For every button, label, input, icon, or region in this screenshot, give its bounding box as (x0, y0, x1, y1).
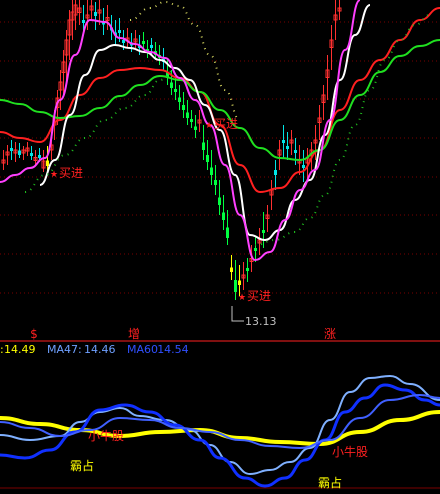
buy-label: 买进 (247, 289, 271, 303)
candle-body (262, 230, 265, 233)
ma-yellow-dotted-line (129, 0, 241, 121)
buy-annotation: ★ 买进 (238, 289, 271, 303)
ma-dotted-line-right (254, 14, 431, 246)
candle-body (174, 89, 177, 92)
low-price-label: 13.13 (245, 315, 277, 328)
candle-body (190, 119, 193, 122)
axis-label: 涨 (324, 326, 336, 341)
axis-label: $ (30, 327, 38, 341)
stock-chart: ★ 买进 ★ 买进 ★ 买进 13.13 $ 增涨:14.49 MA47: 14.46 MA60 1… (0, 0, 440, 490)
candle-body (206, 155, 209, 162)
candle-body (230, 267, 233, 272)
candle-body (178, 97, 181, 102)
legend-name: MA47: (47, 343, 82, 356)
indicator-panel (0, 374, 440, 488)
indicator-label: 小牛股 (332, 444, 368, 459)
star-icon: ★ (205, 121, 213, 131)
legend-value: 14.54 (157, 343, 189, 356)
candle-body (194, 126, 197, 130)
candle-body (10, 148, 13, 151)
candle-body (234, 280, 237, 292)
indicator-legend: :14.49 MA47: 14.46 MA60 14.54 (0, 343, 189, 356)
candles (1, 0, 342, 300)
candle-body (202, 142, 205, 150)
candle-body (218, 197, 221, 205)
indicator-mid-blue-line (0, 393, 440, 450)
candle-body (150, 45, 153, 48)
star-icon: ★ (50, 170, 58, 180)
candle-body (238, 280, 241, 285)
legend-name: MA60 (127, 343, 158, 356)
candle-body (286, 146, 289, 149)
legend-value: 14.46 (84, 343, 116, 356)
buy-annotation: ★ 买进 (205, 117, 238, 131)
candle-body (186, 112, 189, 118)
chart-svg: ★ 买进★ 买进★ 买进13.13$ 增涨: 14.49 MA47: 14.46 MA60 1… (0, 0, 440, 490)
candle-body (122, 40, 125, 43)
candle-body (182, 105, 185, 110)
indicator-label: 霸占 (318, 475, 342, 490)
candle-body (94, 12, 97, 16)
candle-body (82, 20, 85, 23)
candle-body (214, 180, 217, 185)
buy-annotation: ★ 买进 (50, 166, 83, 180)
candle-body (210, 167, 213, 175)
candle-body (30, 153, 33, 156)
legend-value: 14.49 (4, 343, 36, 356)
candle-body (118, 30, 121, 33)
candle-body (282, 140, 285, 143)
candle-body (38, 155, 41, 158)
low-marker-pointer (231, 306, 244, 322)
candle-body (274, 170, 277, 175)
axis-label: 增 (128, 327, 140, 341)
candle-body (254, 248, 257, 251)
candle-body (46, 160, 49, 166)
indicator-yellow-line (0, 410, 440, 447)
candle-body (246, 268, 249, 271)
candle-body (226, 227, 229, 238)
candle-body (18, 150, 21, 155)
candle-body (142, 41, 145, 44)
candle-body (170, 82, 173, 88)
candle-body (294, 150, 297, 153)
star-icon: ★ (238, 293, 246, 303)
buy-label: 买进 (59, 166, 83, 180)
ma-dotted-line (24, 69, 176, 193)
indicator-label: 小牛股 (88, 428, 124, 443)
candle-body (222, 212, 225, 220)
indicator-label: 霸占 (70, 458, 94, 473)
candle-body (302, 165, 305, 168)
buy-label: 买进 (214, 117, 238, 131)
